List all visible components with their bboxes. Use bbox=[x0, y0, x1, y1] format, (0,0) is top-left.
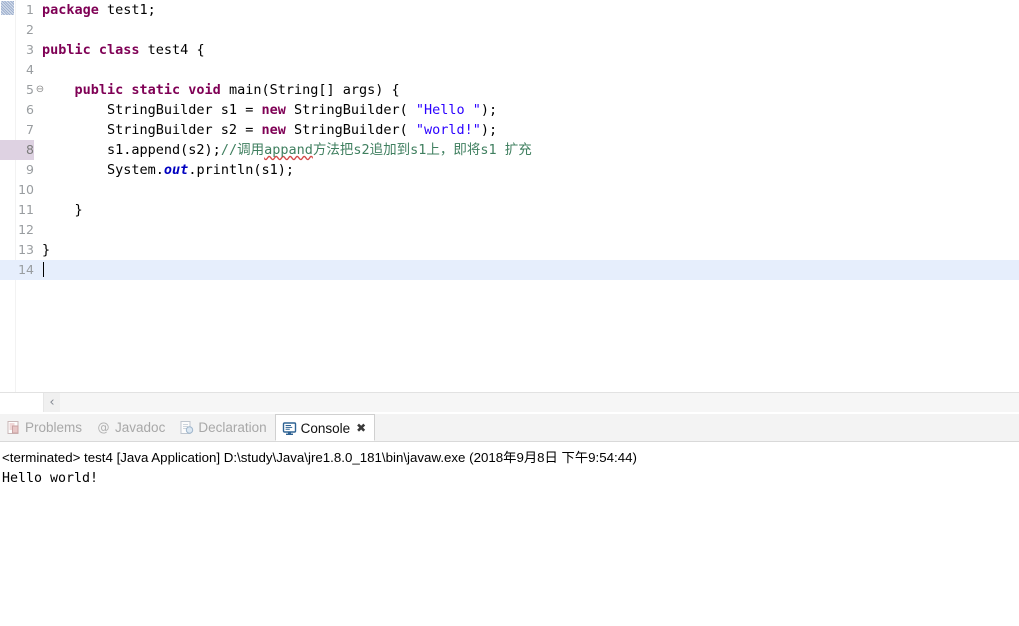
code-line[interactable]: 7 StringBuilder s2 = new StringBuilder( … bbox=[0, 120, 1019, 140]
code-line[interactable]: 8 s1.append(s2);//调用appand方法把s2追加到s1上，即将… bbox=[0, 140, 1019, 160]
code-token-plain: System. bbox=[42, 162, 164, 178]
code-token-plain: main(String[] args) { bbox=[220, 82, 400, 98]
code-token-kw: new bbox=[261, 122, 286, 138]
tab-label: Declaration bbox=[198, 420, 267, 435]
console-monitor-icon bbox=[282, 418, 297, 435]
code-token-plain: } bbox=[42, 242, 51, 258]
line-number: 6 bbox=[26, 102, 34, 117]
code-token-plain: s1.append(s2); bbox=[42, 142, 221, 158]
code-lines-container[interactable]: 1 package test1; 2 3 public class test4 { 4 5 ⊖… bbox=[0, 0, 1019, 280]
code-line[interactable]: 13} bbox=[0, 240, 1019, 260]
code-line[interactable]: 4 bbox=[0, 60, 1019, 80]
scrollbar-track[interactable] bbox=[60, 393, 1019, 412]
console-view[interactable]: <terminated> test4 [Java Application] D:… bbox=[0, 442, 1019, 626]
scroll-left-arrow-icon[interactable]: ‹ bbox=[44, 393, 60, 412]
console-launch-header: <terminated> test4 [Java Application] D:… bbox=[2, 450, 637, 465]
code-line[interactable]: 14 bbox=[0, 260, 1019, 280]
misspelled-word: appand bbox=[264, 142, 313, 158]
code-token-kw: new bbox=[261, 102, 286, 118]
code-line-text: } bbox=[42, 240, 50, 260]
code-token-plain: ); bbox=[480, 102, 498, 118]
code-line[interactable]: 3 public class test4 { bbox=[0, 40, 1019, 60]
code-token-plain: } bbox=[42, 202, 83, 218]
bottom-view-stack: Problems @ Javadoc Declaration Console ✖ <ter… bbox=[0, 414, 1019, 626]
code-line[interactable]: 11 } bbox=[0, 200, 1019, 220]
code-token-cmt: 方法把s2追加到s1上，即将s1 扩充 bbox=[312, 142, 532, 158]
code-line-text: public static void main(String[] args) { bbox=[42, 80, 400, 100]
code-line[interactable]: 12 bbox=[0, 220, 1019, 240]
code-token-kw: public class bbox=[42, 42, 140, 58]
close-icon[interactable]: ✖ bbox=[356, 415, 366, 442]
tab-problems[interactable]: Problems bbox=[0, 414, 90, 441]
line-number: 3 bbox=[26, 42, 34, 57]
tab-javadoc[interactable]: @ Javadoc bbox=[90, 414, 173, 441]
code-token-plain: StringBuilder( bbox=[285, 102, 416, 118]
line-number: 9 bbox=[26, 162, 34, 177]
code-token-plain: test4 { bbox=[139, 42, 205, 58]
code-line[interactable]: 5 ⊖ public static void main(String[] args… bbox=[0, 80, 1019, 100]
tab-label: Javadoc bbox=[115, 420, 166, 435]
code-line-text: StringBuilder s2 = new StringBuilder( "w… bbox=[42, 120, 497, 140]
svg-text:@: @ bbox=[98, 421, 110, 435]
code-line-text: StringBuilder s1 = new StringBuilder( "H… bbox=[42, 100, 497, 120]
code-line-text: public class test4 { bbox=[42, 40, 205, 60]
line-number: 2 bbox=[26, 22, 34, 37]
tab-label: Problems bbox=[25, 420, 83, 435]
code-token-plain: test1; bbox=[98, 2, 156, 18]
code-token-fld: out bbox=[163, 162, 189, 178]
line-number: 5 bbox=[26, 82, 34, 97]
java-source-editor[interactable]: 1 package test1; 2 3 public class test4 { 4 5 ⊖… bbox=[0, 0, 1019, 392]
code-line[interactable]: 9 System.out.println(s1); bbox=[0, 160, 1019, 180]
line-number: 10 bbox=[18, 182, 34, 197]
line-number: 8 bbox=[0, 140, 34, 160]
tab-console[interactable]: Console ✖ bbox=[274, 414, 376, 442]
line-number: 1 bbox=[26, 2, 34, 17]
tab-declaration[interactable]: Declaration bbox=[173, 414, 274, 441]
javadoc-at-icon: @ bbox=[96, 417, 111, 435]
scrollbar-corner bbox=[0, 393, 44, 412]
code-line[interactable]: 10 bbox=[0, 180, 1019, 200]
code-line-text: } bbox=[42, 200, 83, 220]
editor-horizontal-scrollbar[interactable]: ‹ bbox=[0, 392, 1019, 412]
console-output-text: Hello world! bbox=[2, 471, 99, 486]
code-token-plain: .println(s1); bbox=[188, 162, 294, 178]
code-token-kw: package bbox=[42, 2, 99, 18]
code-line-text: package test1; bbox=[42, 0, 156, 20]
code-token-plain: StringBuilder s1 = bbox=[42, 102, 262, 118]
code-token-str: "world!" bbox=[415, 122, 481, 138]
code-token-str: "Hello " bbox=[415, 102, 481, 118]
code-line[interactable]: 6 StringBuilder s1 = new StringBuilder( … bbox=[0, 100, 1019, 120]
line-number: 13 bbox=[18, 242, 34, 257]
code-token-cmt: //调用 bbox=[220, 142, 265, 158]
code-line-text: System.out.println(s1); bbox=[42, 160, 294, 180]
code-line[interactable]: 2 bbox=[0, 20, 1019, 40]
code-token-plain: StringBuilder( bbox=[285, 122, 416, 138]
code-line[interactable]: 1 package test1; bbox=[0, 0, 1019, 20]
view-tab-bar[interactable]: Problems @ Javadoc Declaration Console ✖ bbox=[0, 414, 1019, 442]
code-token-plain: StringBuilder s2 = bbox=[42, 122, 262, 138]
code-token-kw: public static void bbox=[74, 82, 221, 98]
problems-icon bbox=[6, 417, 21, 434]
code-token-plain: ); bbox=[480, 122, 498, 138]
text-caret bbox=[43, 262, 44, 277]
declaration-icon bbox=[179, 417, 194, 434]
code-line-text: s1.append(s2);//调用appand方法把s2追加到s1上，即将s1… bbox=[42, 140, 532, 160]
line-number: 12 bbox=[18, 222, 34, 237]
line-number: 11 bbox=[18, 202, 34, 217]
line-number: 14 bbox=[18, 262, 34, 277]
tab-label: Console bbox=[300, 421, 351, 436]
code-line-text bbox=[42, 260, 44, 280]
line-number: 7 bbox=[26, 122, 34, 137]
line-number: 4 bbox=[26, 62, 34, 77]
